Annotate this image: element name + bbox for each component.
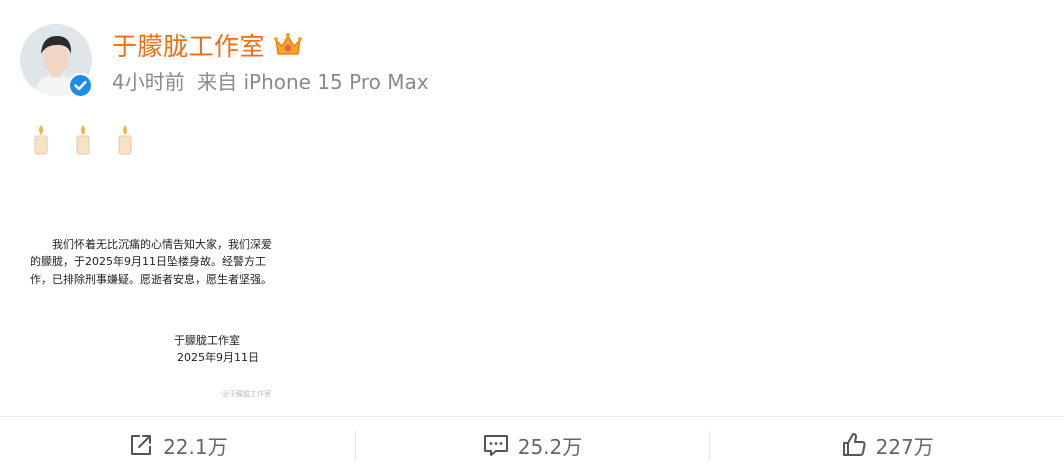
candle-icon <box>118 125 132 155</box>
notice-signature: 于朦胧工作室 <box>174 334 240 347</box>
like-count: 227万 <box>875 434 934 459</box>
comment-icon <box>483 435 508 456</box>
notice-watermark: @于朦胧工作室 <box>222 390 271 398</box>
post-header: 于朦胧工作室 <box>112 28 303 62</box>
repost-button[interactable]: 22.1万 <box>0 417 355 473</box>
comment-count: 25.2万 <box>517 434 583 459</box>
thumbs-up-icon <box>842 433 866 456</box>
verified-icon <box>68 73 93 98</box>
post-emoji-row <box>30 124 156 156</box>
crown-icon[interactable] <box>273 32 303 58</box>
action-bar: 22.1万 25.2万 227万 <box>0 417 1064 473</box>
notice-date: 2025年9月11日 <box>177 351 259 364</box>
candle-icon <box>34 125 48 155</box>
username-link[interactable]: 于朦胧工作室 <box>112 27 265 63</box>
repost-count: 22.1万 <box>163 434 228 459</box>
post-source: 来自 iPhone 15 Pro Max <box>197 70 429 94</box>
like-button[interactable]: 227万 <box>709 417 1064 473</box>
post-time[interactable]: 4小时前 <box>112 70 185 94</box>
candle-icon <box>76 125 90 155</box>
notice-body: 我们怀着无比沉痛的心情告知大家，我们深爱的朦胧，于2025年9月11日坠楼身故。… <box>30 238 272 286</box>
repost-icon <box>131 435 152 455</box>
post-meta: 4小时前 来自 iPhone 15 Pro Max <box>112 66 429 95</box>
comment-button[interactable]: 25.2万 <box>354 417 710 473</box>
notice-image[interactable]: 我们怀着无比沉痛的心情告知大家，我们深爱的朦胧，于2025年9月11日坠楼身故。… <box>24 228 284 406</box>
